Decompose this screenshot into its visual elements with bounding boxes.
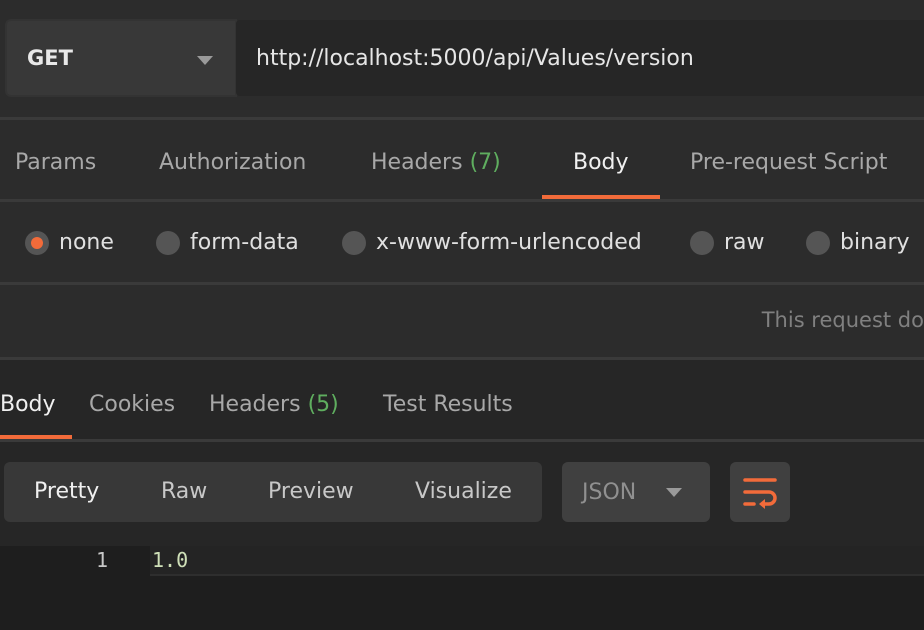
- radio-label: binary: [840, 230, 910, 255]
- radio-icon: [156, 230, 180, 255]
- tab-label: Headers: [371, 150, 463, 175]
- wrap-lines-icon: [743, 478, 777, 509]
- headers-count: (5): [307, 392, 339, 417]
- tab-params[interactable]: Params: [15, 150, 96, 175]
- view-pretty-button[interactable]: Pretty: [34, 479, 99, 504]
- radio-icon: [806, 230, 830, 255]
- response-tab-test-results[interactable]: Test Results: [383, 392, 513, 417]
- response-value: 1.0: [152, 548, 189, 572]
- line-number: 1: [96, 548, 109, 572]
- tab-label: Headers: [209, 392, 301, 417]
- radio-label: raw: [724, 230, 765, 255]
- method-select[interactable]: GET: [5, 19, 237, 97]
- divider: [0, 439, 924, 442]
- radio-form-data[interactable]: form-data: [156, 230, 299, 255]
- divider: [0, 199, 924, 202]
- active-line-highlight: [150, 546, 924, 576]
- radio-x-www-form-urlencoded[interactable]: x-www-form-urlencoded: [342, 230, 642, 255]
- format-label: JSON: [582, 479, 637, 505]
- radio-binary[interactable]: binary: [806, 230, 910, 255]
- tab-body[interactable]: Body: [573, 150, 629, 175]
- chevron-down-icon: [197, 56, 213, 65]
- divider: [0, 117, 924, 120]
- divider: [0, 282, 924, 285]
- view-visualize-button[interactable]: Visualize: [415, 479, 512, 504]
- radio-selected-icon: [25, 230, 49, 255]
- tab-pre-request-script[interactable]: Pre-request Script: [690, 150, 887, 175]
- radio-label: x-www-form-urlencoded: [376, 230, 642, 255]
- view-raw-button[interactable]: Raw: [161, 479, 207, 504]
- divider: [0, 357, 924, 360]
- format-select[interactable]: JSON: [562, 462, 710, 522]
- chevron-down-icon: [666, 488, 682, 497]
- radio-icon: [342, 230, 366, 255]
- wrap-lines-button[interactable]: [730, 462, 790, 522]
- radio-icon: [690, 230, 714, 255]
- radio-label: none: [59, 230, 114, 255]
- radio-raw[interactable]: raw: [690, 230, 765, 255]
- radio-none[interactable]: none: [25, 230, 114, 255]
- response-tab-body[interactable]: Body: [0, 392, 56, 417]
- tab-authorization[interactable]: Authorization: [159, 150, 306, 175]
- tab-headers[interactable]: Headers (7): [371, 150, 501, 175]
- body-message: This request do: [761, 308, 924, 332]
- view-preview-button[interactable]: Preview: [268, 479, 354, 504]
- headers-count: (7): [469, 150, 501, 175]
- response-tab-headers[interactable]: Headers (5): [209, 392, 339, 417]
- method-label: GET: [27, 46, 73, 70]
- radio-label: form-data: [190, 230, 299, 255]
- response-tab-cookies[interactable]: Cookies: [89, 392, 175, 417]
- url-input[interactable]: http://localhost:5000/api/Values/version: [236, 20, 924, 96]
